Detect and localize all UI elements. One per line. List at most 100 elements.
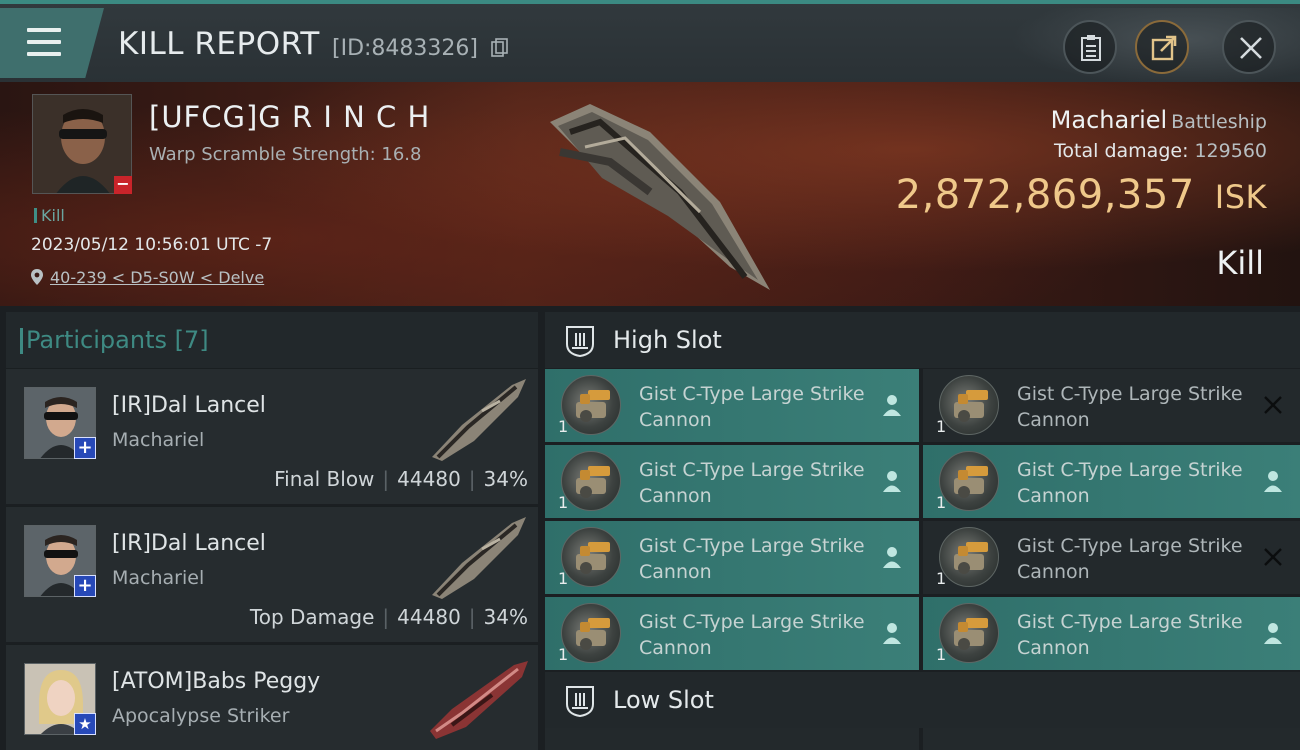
participants-panel: Participants [7] + [IR]Dal Lancel Machar… [6,312,538,750]
participants-header: Participants [7] [6,312,538,368]
cannon-module-icon [561,527,621,587]
participant-ship: Machariel [112,567,205,589]
hamburger-icon [27,28,61,56]
module-quantity: 1 [558,493,569,512]
module-slot[interactable]: 1 Gist C-Type Large Strike Cannon [545,597,919,670]
participant-damage: 44480 [397,605,461,629]
clipboard-button[interactable] [1063,20,1117,74]
kill-datetime: 2023/05/12 10:56:01 UTC -7 [31,235,273,255]
isk-unit: ISK [1214,178,1267,216]
low-slot-title: Low Slot [613,686,714,714]
menu-button[interactable] [0,8,104,78]
low-slot-icon [566,686,594,718]
standing-excellent-badge: ★ [74,713,96,735]
module-slot[interactable]: 1 Gist C-Type Large Strike Cannon [923,369,1300,442]
pilot-icon [1262,621,1284,645]
isk-amount: 2,872,869,357 [895,172,1195,218]
low-slot-header: Low Slot [545,672,1300,728]
close-icon [1240,37,1262,59]
high-slot-title: High Slot [613,326,722,354]
module-quantity: 1 [558,645,569,664]
standing-positive-badge: + [74,575,96,597]
destroyed-x-icon [1262,393,1284,417]
module-slot[interactable]: 1 Gist C-Type Large Strike Cannon [545,521,919,594]
participant-tag: Top Damage [249,605,375,629]
module-name: Gist C-Type Large Strike Cannon [639,383,865,431]
victim-ship: Machariel Battleship [1051,106,1267,134]
module-quantity: 1 [558,569,569,588]
participant-percent: 34% [483,605,528,629]
cannon-module-icon [939,375,999,435]
pilot-icon [881,545,903,569]
destroyed-x-icon [1262,545,1284,569]
pilot-icon [881,393,903,417]
participant-damage: 44480 [397,467,461,491]
participants-title: Participants [7] [20,326,209,354]
page-title: KILL REPORT [118,26,320,62]
close-button[interactable] [1222,20,1276,74]
standing-negative-badge: − [114,176,132,194]
victim-ship-image [550,104,770,290]
cannon-module-icon [939,603,999,663]
module-name: Gist C-Type Large Strike Cannon [1017,383,1243,431]
share-icon [1151,35,1177,61]
high-slot-header: High Slot [545,312,1300,368]
share-button[interactable] [1135,20,1189,74]
pilot-icon [881,621,903,645]
pilot-icon [1262,469,1284,493]
pilot-icon [881,469,903,493]
module-name: Gist C-Type Large Strike Cannon [639,459,865,507]
participant-ship-image [432,379,526,461]
kill-location[interactable]: 40-239 < D5-S0W < Delve [30,268,264,287]
module-slot[interactable]: 1 Gist C-Type Large Strike Cannon [923,445,1300,518]
total-damage: Total damage: 129560 [1054,140,1267,162]
cannon-module-icon [939,527,999,587]
module-name: Gist C-Type Large Strike Cannon [1017,611,1243,659]
isk-value: 2,872,869,357 ISK [896,172,1267,218]
cannon-module-icon [561,451,621,511]
participant-card[interactable]: + [IR]Dal Lancel Machariel Final Blow | 44… [6,368,538,504]
module-quantity: 1 [936,645,947,664]
report-id: [ID:8483326] [332,36,478,61]
module-slot[interactable]: 1 Gist C-Type Large Strike Cannon [545,445,919,518]
cannon-module-icon [561,603,621,663]
victim-name: [UFCG]G R I N C H [149,100,431,134]
participant-card[interactable]: ★ [ATOM]Babs Peggy Apocalypse Striker [6,644,538,750]
module-name: Gist C-Type Large Strike Cannon [639,611,865,659]
participant-ship-image [432,517,526,599]
cannon-module-icon [939,451,999,511]
warp-scramble-strength: Warp Scramble Strength: 16.8 [149,144,422,165]
module-quantity: 1 [558,417,569,436]
total-damage-value: 129560 [1194,140,1267,162]
participant-ship: Apocalypse Striker [112,705,290,727]
participant-stats: Final Blow | 44480 | 34% [274,467,528,491]
participant-name: [IR]Dal Lancel [112,531,266,556]
clipboard-icon [1081,35,1101,61]
high-slot-icon [566,326,594,358]
standing-positive-badge: + [74,437,96,459]
top-bar: KILL REPORT [ID:8483326] [0,0,1300,86]
victim-ship-name: Machariel [1050,106,1168,134]
module-name: Gist C-Type Large Strike Cannon [1017,459,1243,507]
module-quantity: 1 [936,569,947,588]
participant-ship-image [430,661,528,739]
result-label: Kill [1216,244,1264,282]
participant-stats: Top Damage | 44480 | 34% [249,605,528,629]
victim-ship-class: Battleship [1171,111,1267,133]
module-slot[interactable]: 1 Gist C-Type Large Strike Cannon [923,597,1300,670]
module-quantity: 1 [936,493,947,512]
cannon-module-icon [561,375,621,435]
low-slot-module-partial[interactable] [923,728,1300,750]
low-slot-module-partial[interactable] [545,728,919,750]
participant-tag: Final Blow [274,467,375,491]
module-name: Gist C-Type Large Strike Cannon [1017,535,1243,583]
participant-card[interactable]: + [IR]Dal Lancel Machariel Top Damage | 44… [6,506,538,642]
copy-icon[interactable] [491,38,509,58]
victim-banner: − [UFCG]G R I N C H Warp Scramble Streng… [0,82,1300,306]
module-slot[interactable]: 1 Gist C-Type Large Strike Cannon [545,369,919,442]
location-link[interactable]: 40-239 < D5-S0W < Delve [50,268,264,287]
module-slot[interactable]: 1 Gist C-Type Large Strike Cannon [923,521,1300,594]
participant-name: [IR]Dal Lancel [112,393,266,418]
participant-name: [ATOM]Babs Peggy [112,669,321,694]
kill-tag: Kill [34,206,65,225]
